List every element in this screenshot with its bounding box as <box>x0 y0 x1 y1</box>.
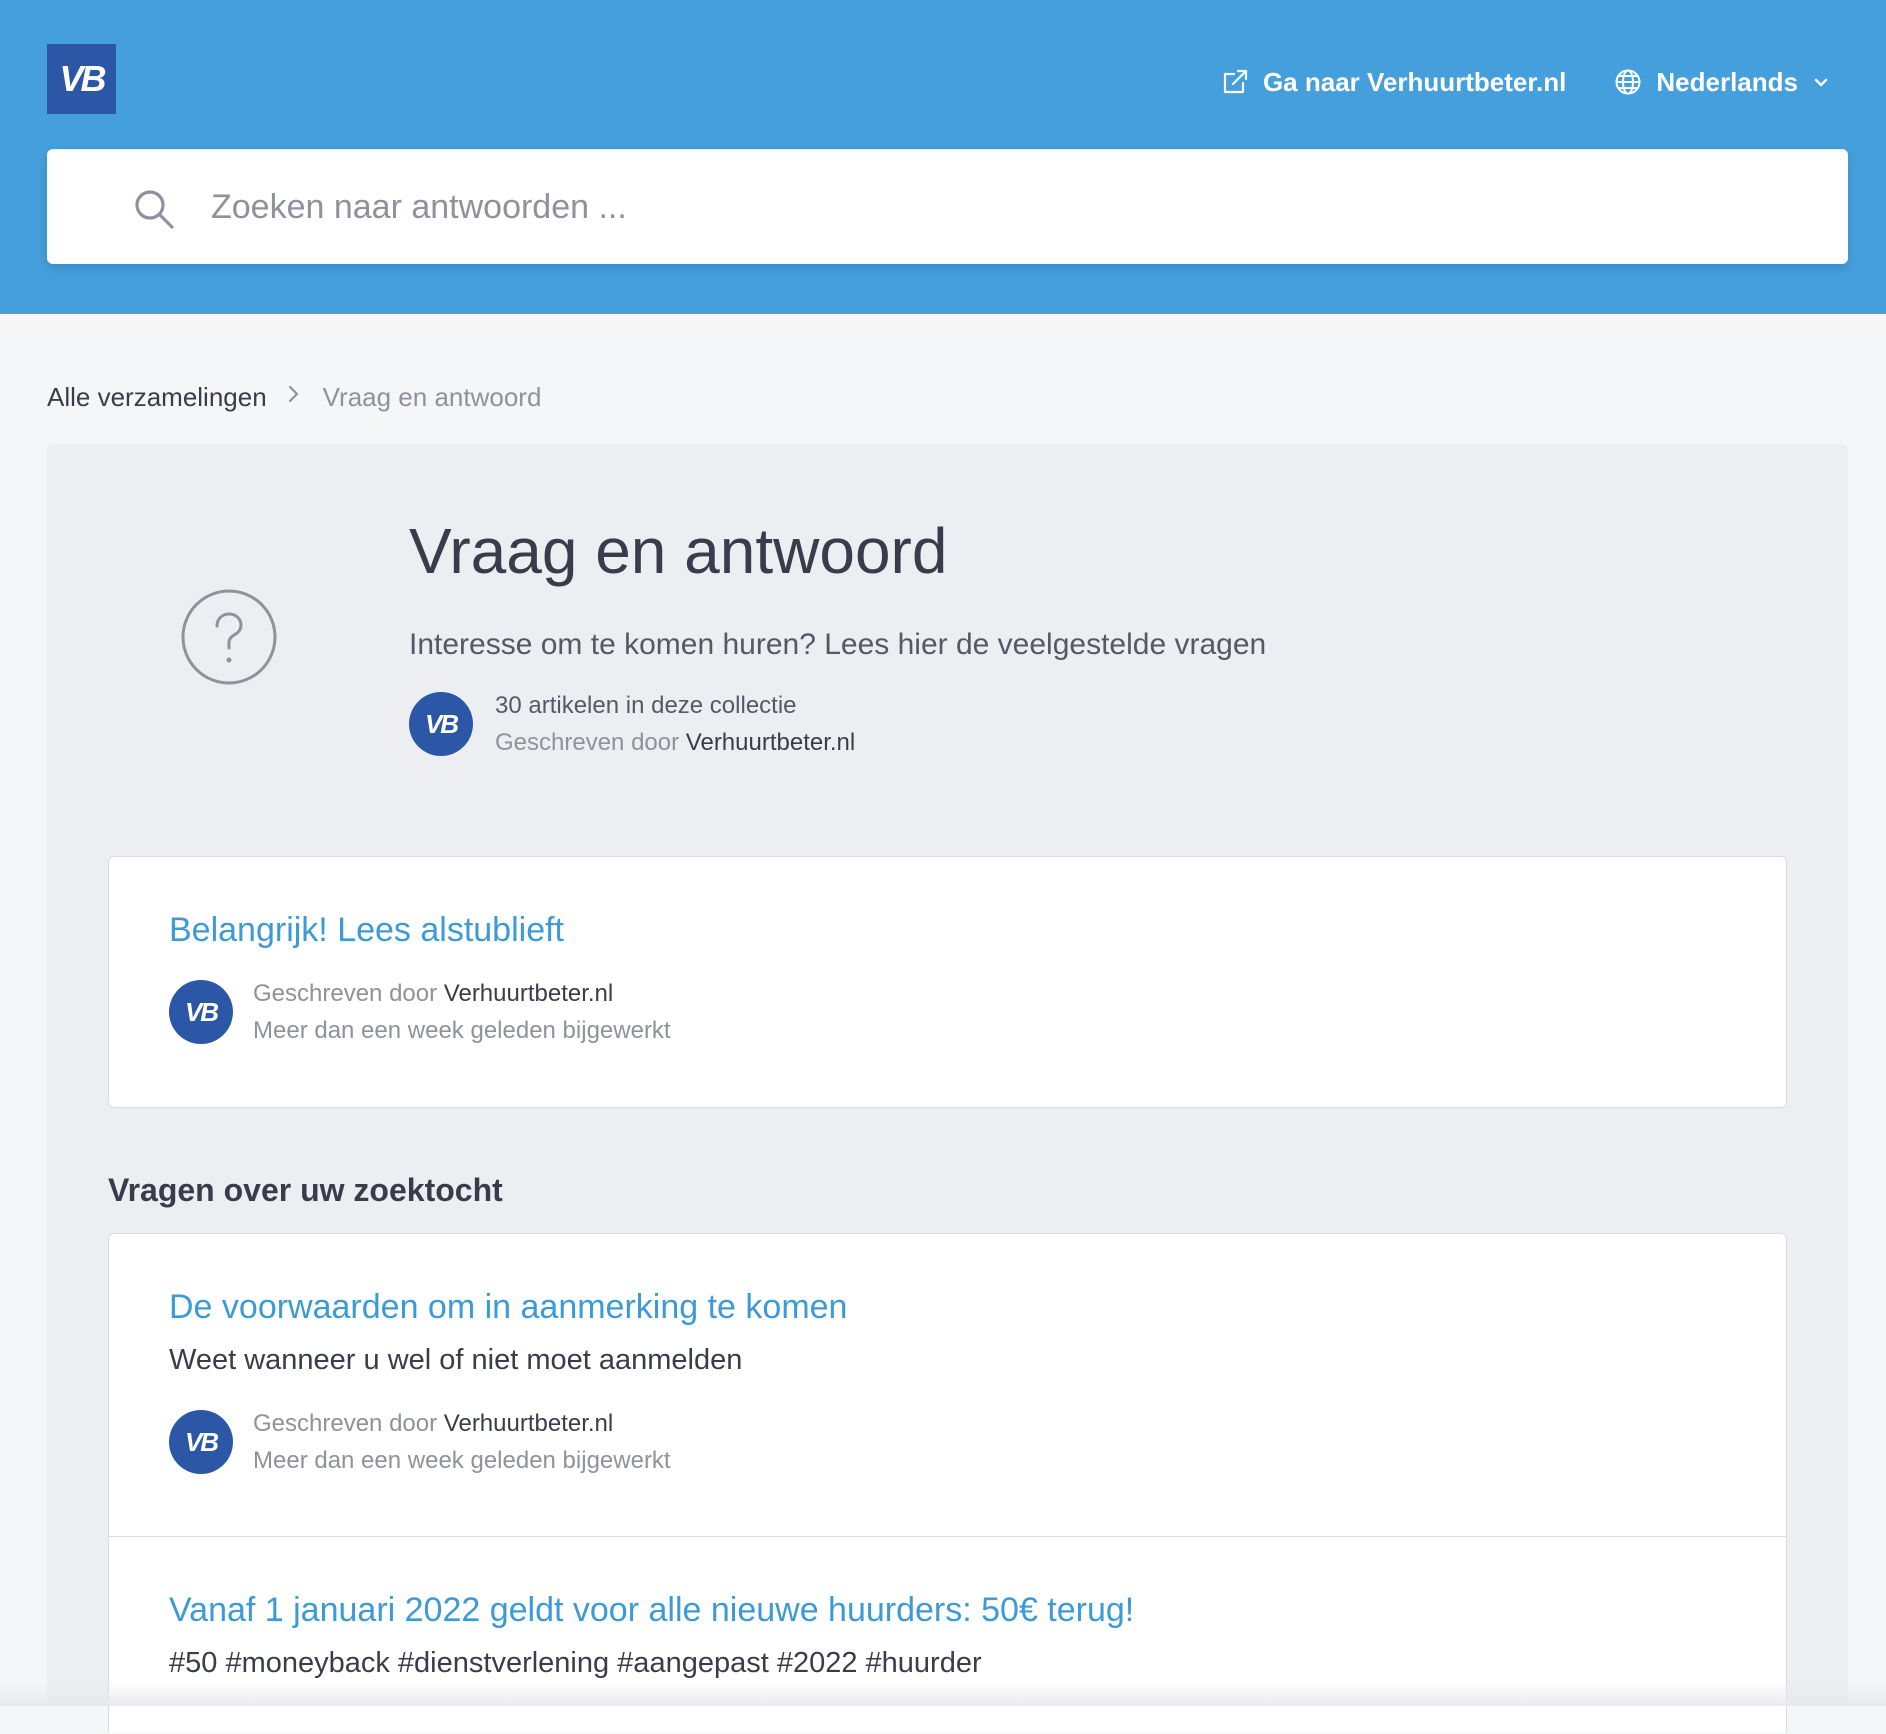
breadcrumb-root-link[interactable]: Alle verzamelingen <box>47 382 267 413</box>
chevron-right-icon <box>285 382 301 413</box>
featured-article-card: Belangrijk! Lees alstublieft VB Geschrev… <box>108 856 1787 1108</box>
search-icon <box>133 188 175 235</box>
search-input[interactable] <box>211 179 1791 235</box>
written-by-prefix: Geschreven door <box>495 729 679 756</box>
avatar-text: VB <box>425 709 457 740</box>
chevron-down-icon <box>1812 73 1830 91</box>
author-avatar: VB <box>169 980 233 1044</box>
language-label: Nederlands <box>1656 67 1798 98</box>
page-title: Vraag en antwoord <box>409 514 947 588</box>
article-link[interactable]: De voorwaarden om in aanmerking te komen… <box>109 1234 1786 1536</box>
article-link[interactable]: Belangrijk! Lees alstublieft VB Geschrev… <box>109 857 1786 1109</box>
article-title[interactable]: Belangrijk! Lees alstublieft <box>169 911 564 950</box>
collection-description: Interesse om te komen huren? Lees hier d… <box>409 628 1266 662</box>
article-title[interactable]: Vanaf 1 januari 2022 geldt voor alle nie… <box>169 1591 1134 1630</box>
author-name: Verhuurtbeter.nl <box>686 729 855 756</box>
avatar-text: VB <box>185 1427 217 1458</box>
author-name: Verhuurtbeter.nl <box>444 1410 613 1437</box>
author-avatar: VB <box>409 692 473 756</box>
bottom-fade <box>0 1682 1886 1706</box>
site-header: VB Ga naar Verhuurtbeter.nl Nederla <box>0 0 1886 314</box>
collection-panel: Vraag en antwoord Interesse om te komen … <box>47 444 1848 1706</box>
article-count: 30 artikelen in deze collectie <box>495 687 855 724</box>
author-name: Verhuurtbeter.nl <box>444 980 613 1007</box>
search-bar <box>47 149 1848 264</box>
external-site-link[interactable]: Ga naar Verhuurtbeter.nl <box>1221 67 1566 98</box>
section-article-list: De voorwaarden om in aanmerking te komen… <box>108 1233 1787 1733</box>
external-link-label: Ga naar Verhuurtbeter.nl <box>1263 67 1566 98</box>
logo-text: VB <box>59 58 103 100</box>
article-meta: VB Geschreven door Verhuurtbeter.nl Meer… <box>169 975 671 1049</box>
globe-icon <box>1614 68 1642 96</box>
article-meta-text: Geschreven door Verhuurtbeter.nl Meer da… <box>253 975 671 1049</box>
collection-meta: VB 30 artikelen in deze collectie Geschr… <box>409 687 855 761</box>
written-by-prefix: Geschreven door <box>253 980 437 1007</box>
language-selector[interactable]: Nederlands <box>1614 67 1830 98</box>
updated-text: Meer dan een week geleden bijgewerkt <box>253 1012 671 1049</box>
article-title[interactable]: De voorwaarden om in aanmerking te komen <box>169 1288 847 1327</box>
header-nav: Ga naar Verhuurtbeter.nl Nederlands <box>1221 62 1830 102</box>
author-avatar: VB <box>169 1410 233 1474</box>
article-subtitle: #50 #moneyback #dienstverlening #aangepa… <box>169 1647 982 1680</box>
breadcrumb-current: Vraag en antwoord <box>323 382 542 413</box>
brand-logo[interactable]: VB <box>47 44 116 114</box>
section-heading: Vragen over uw zoektocht <box>108 1172 503 1209</box>
question-circle-icon <box>180 588 278 691</box>
article-subtitle: Weet wanneer u wel of niet moet aanmelde… <box>169 1344 742 1377</box>
collection-meta-text: 30 artikelen in deze collectie Geschreve… <box>495 687 855 761</box>
external-link-icon <box>1221 68 1249 96</box>
updated-text: Meer dan een week geleden bijgewerkt <box>253 1442 671 1479</box>
article-meta: VB Geschreven door Verhuurtbeter.nl Meer… <box>169 1405 671 1479</box>
breadcrumb: Alle verzamelingen Vraag en antwoord <box>47 380 541 414</box>
avatar-text: VB <box>185 997 217 1028</box>
written-by-prefix: Geschreven door <box>253 1410 437 1437</box>
article-meta-text: Geschreven door Verhuurtbeter.nl Meer da… <box>253 1405 671 1479</box>
